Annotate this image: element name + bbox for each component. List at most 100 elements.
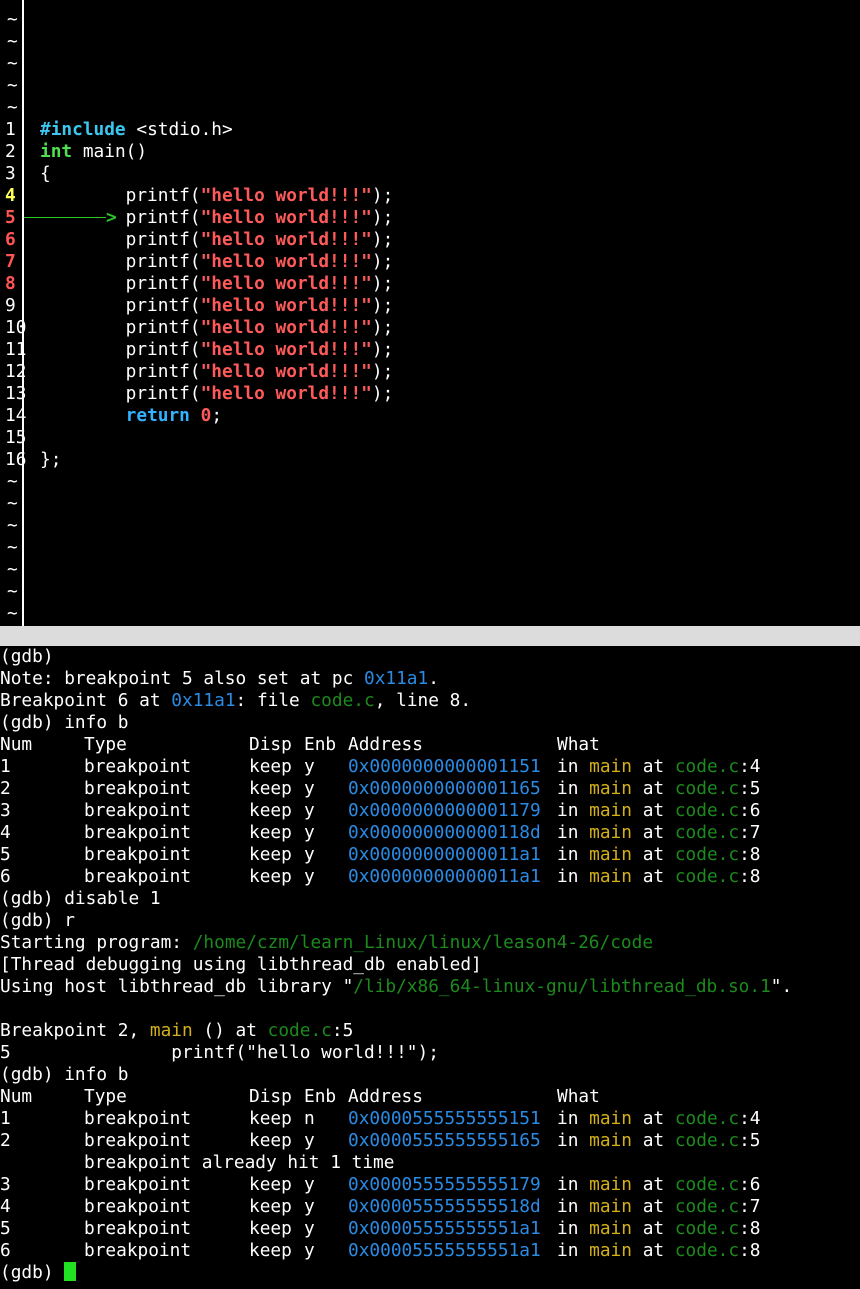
code-token: "hello world!!!" xyxy=(200,361,372,382)
breakpoint-table-header: Num Type Disp Enb Address What xyxy=(0,1086,860,1108)
bp-at: at xyxy=(642,822,665,843)
gdb-output-line: Note: breakpoint 5 also set at pc 0x11a1… xyxy=(0,668,860,690)
source-line[interactable]: 2 int main() xyxy=(0,141,860,163)
source-line[interactable]: 7 printf("hello world!!!"); xyxy=(0,251,860,273)
tilde-marker: ~ xyxy=(7,603,18,624)
bp-address: 0x0000000000001151 xyxy=(348,756,541,777)
line-number: 11 xyxy=(5,339,27,360)
gdb-text: code.c xyxy=(310,690,375,711)
terminal-cursor[interactable] xyxy=(64,1262,77,1281)
gdb-text: main xyxy=(149,1020,193,1041)
bp-type: breakpoint xyxy=(84,800,192,821)
gdb-command-window[interactable]: (gdb) Note: breakpoint 5 also set at pc 0… xyxy=(0,646,860,1284)
header-disp: Disp xyxy=(249,1086,292,1107)
bp-function: main xyxy=(589,1196,632,1217)
gdb-text: Using host libthread_db library " xyxy=(0,976,354,997)
bp-enb: y xyxy=(304,866,315,887)
bp-function: main xyxy=(589,866,632,887)
bp-in: in xyxy=(557,1108,579,1129)
tilde-marker: ~ xyxy=(7,493,18,514)
source-line[interactable]: 14 return 0; xyxy=(0,405,860,427)
bp-num: 5 xyxy=(0,1218,11,1239)
empty-line: ~ xyxy=(0,559,860,581)
bp-enb: y xyxy=(304,800,315,821)
bp-address: 0x0000555555555165 xyxy=(348,1130,541,1151)
bp-num: 4 xyxy=(0,822,11,843)
bp-function: main xyxy=(589,1240,632,1261)
breakpoint-row: 3 breakpoint keep y 0x0000000000001179 in mai… xyxy=(0,800,860,822)
source-line[interactable]: 11 printf("hello world!!!"); xyxy=(0,339,860,361)
bp-type: breakpoint xyxy=(84,1240,192,1261)
bp-type: breakpoint xyxy=(84,822,192,843)
source-line[interactable]: 9 printf("hello world!!!"); xyxy=(0,295,860,317)
tilde-marker: ~ xyxy=(7,537,18,558)
bp-file: code.c xyxy=(674,1196,740,1217)
bp-type: breakpoint xyxy=(84,1174,192,1195)
code-token: "hello world!!!" xyxy=(200,295,372,316)
bp-file: code.c xyxy=(674,778,740,799)
gdb-output-line: Breakpoint 6 at 0x11a1: file code.c, lin… xyxy=(0,690,860,712)
source-line[interactable]: 12 printf("hello world!!!"); xyxy=(0,361,860,383)
source-line[interactable]: 5 > printf("hello world!!!"); xyxy=(0,207,860,229)
bp-address: 0x000000000000118d xyxy=(348,822,541,843)
code-token: }; xyxy=(40,449,62,470)
bp-file: code.c xyxy=(674,822,740,843)
bp-line: :8 xyxy=(739,844,761,865)
gdb-output-line: (gdb) info b xyxy=(0,712,860,734)
bp-type: breakpoint xyxy=(84,1218,192,1239)
bp-file: code.c xyxy=(674,800,740,821)
source-line[interactable]: 4 printf("hello world!!!"); xyxy=(0,185,860,207)
code-token: printf( xyxy=(40,229,201,250)
bp-num: 3 xyxy=(0,800,11,821)
source-line[interactable]: 6 printf("hello world!!!"); xyxy=(0,229,860,251)
code-token: printf( xyxy=(40,295,201,316)
source-status-bar: /home/czm/learn_Linux/linux/leason4-26/c… xyxy=(0,626,860,666)
source-line[interactable]: 13 printf("hello world!!!"); xyxy=(0,383,860,405)
bp-in: in xyxy=(557,844,579,865)
bp-function: main xyxy=(589,756,632,777)
bp-address: 0x0000000000001165 xyxy=(348,778,541,799)
code-text: }; xyxy=(40,449,61,471)
code-token: printf( xyxy=(40,317,201,338)
code-token: ); xyxy=(371,251,394,272)
bp-location: in main at code.c:8 xyxy=(557,1240,760,1262)
bp-file: code.c xyxy=(674,1130,740,1151)
bp-in: in xyxy=(557,756,579,777)
bp-enb: n xyxy=(304,1108,315,1129)
bp-function: main xyxy=(589,844,632,865)
gdb-text: :5 xyxy=(331,1020,354,1041)
header-num: Num xyxy=(0,1086,33,1107)
bp-enb: y xyxy=(304,1218,315,1239)
gdb-text: /home/czm/learn_Linux/linux/leason4-26/c… xyxy=(192,932,654,953)
bp-file: code.c xyxy=(674,1108,740,1129)
line-number: 7 xyxy=(5,251,16,272)
bp-function: main xyxy=(589,1174,632,1195)
source-line[interactable]: 16}; xyxy=(0,449,860,471)
code-token: ); xyxy=(371,383,394,404)
source-line[interactable]: 10 printf("hello world!!!"); xyxy=(0,317,860,339)
bp-location: in main at code.c:8 xyxy=(557,1218,760,1240)
bp-type: breakpoint xyxy=(84,866,192,887)
bp-num: 1 xyxy=(0,756,11,777)
source-line[interactable]: 15 xyxy=(0,427,860,449)
source-line[interactable]: 8 printf("hello world!!!"); xyxy=(0,273,860,295)
bp-function: main xyxy=(589,778,632,799)
tilde-marker: ~ xyxy=(7,515,18,536)
source-line[interactable]: 1 #include <stdio.h> xyxy=(0,119,860,141)
bp-disp: keep xyxy=(249,866,292,887)
empty-line: ~ xyxy=(0,9,860,31)
gdb-prompt-line[interactable]: (gdb) xyxy=(0,1262,860,1284)
bp-enb: y xyxy=(304,778,315,799)
bp-enb: y xyxy=(304,1240,315,1261)
gdb-text: (gdb) xyxy=(0,646,54,667)
code-text: printf("hello world!!!"); xyxy=(40,361,394,383)
gdb-text: 0x11a1 xyxy=(363,668,429,689)
code-token: ); xyxy=(371,185,394,206)
source-line[interactable]: 3{ xyxy=(0,163,860,185)
code-token: "hello world!!!" xyxy=(200,229,372,250)
tilde-marker: ~ xyxy=(7,581,18,602)
bp-function: main xyxy=(589,1130,632,1151)
code-token: ); xyxy=(371,339,394,360)
bp-in: in xyxy=(557,1196,579,1217)
line-number: 4 xyxy=(5,185,16,206)
